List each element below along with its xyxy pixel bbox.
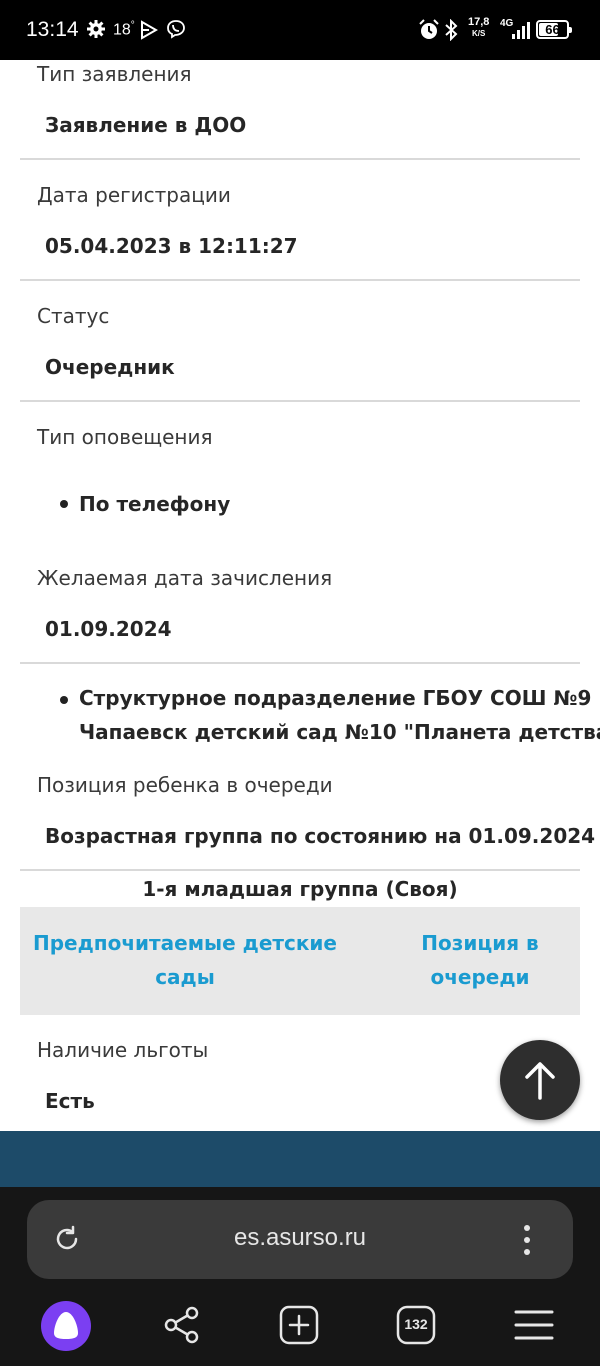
status-bar: 13:14 18° 17,8 K/S 4G 66 — [0, 0, 600, 60]
tabs-count: 132 — [404, 1316, 428, 1332]
battery-icon: 66 — [536, 20, 572, 39]
notification-type-item: По телефону — [79, 492, 231, 516]
battery-level: 66 — [545, 22, 560, 37]
column-header-kindergartens[interactable]: Предпочитаемые детские сады — [20, 926, 350, 994]
site-footer — [0, 1131, 600, 1187]
status-label: Статус — [37, 304, 110, 328]
divider — [20, 662, 580, 664]
gear-icon — [86, 19, 106, 43]
bullet — [60, 500, 68, 508]
url-text: es.asurso.ru — [233, 1224, 367, 1251]
kindergarten-name-line2: Чапаевск детский сад №10 "Планета детств… — [79, 720, 600, 744]
registration-date-value: 05.04.2023 в 12:11:27 — [45, 234, 298, 258]
divider — [20, 158, 580, 160]
divider — [20, 279, 580, 281]
browser-toolbar: es.asurso.ru 132 — [0, 1187, 600, 1366]
desired-date-label: Желаемая дата зачисления — [37, 566, 333, 590]
queue-table-header: Предпочитаемые детские сады Позиция в оч… — [20, 907, 580, 1015]
status-value: Очередник — [45, 355, 175, 379]
alarm-icon — [419, 19, 439, 45]
bullet — [60, 696, 68, 704]
application-details: Тип заявления Заявление в ДОО Дата регис… — [0, 60, 600, 1131]
application-type-label: Тип заявления — [37, 62, 192, 86]
age-group: 1-я младшая группа (Своя) — [142, 877, 458, 901]
new-tab-icon[interactable] — [279, 1305, 319, 1349]
kindergarten-name-line1: Структурное подразделение ГБОУ СОШ №9 г.… — [79, 686, 600, 710]
divider — [20, 400, 580, 402]
viber-icon — [166, 19, 186, 43]
benefit-label: Наличие льготы — [37, 1038, 209, 1062]
queue-position-value: Возрастная группа по состоянию на 01.09.… — [45, 824, 596, 848]
status-temperature: 18° — [113, 20, 135, 39]
menu-icon[interactable] — [514, 1309, 554, 1345]
address-bar[interactable]: es.asurso.ru — [27, 1200, 573, 1279]
play-icon — [140, 20, 159, 44]
bluetooth-icon — [444, 18, 458, 45]
more-vert-icon[interactable] — [521, 1224, 533, 1260]
notification-type-label: Тип оповещения — [37, 425, 213, 449]
tabs-icon[interactable]: 132 — [396, 1305, 436, 1345]
divider — [20, 869, 580, 871]
queue-position-label: Позиция ребенка в очереди — [37, 773, 333, 797]
column-header-position[interactable]: Позиция в очереди — [400, 926, 560, 994]
network-speed: 17,8 K/S — [468, 16, 490, 39]
signal-icon — [510, 20, 532, 44]
arrow-up-icon — [525, 1062, 555, 1100]
desired-date-value: 01.09.2024 — [45, 617, 172, 641]
alice-icon[interactable] — [40, 1300, 92, 1356]
status-time: 13:14 — [26, 18, 79, 41]
share-icon[interactable] — [162, 1305, 202, 1349]
scroll-to-top-button[interactable] — [500, 1040, 580, 1120]
registration-date-label: Дата регистрации — [37, 183, 231, 207]
application-type-value: Заявление в ДОО — [45, 113, 247, 137]
benefit-value: Есть — [45, 1089, 95, 1113]
